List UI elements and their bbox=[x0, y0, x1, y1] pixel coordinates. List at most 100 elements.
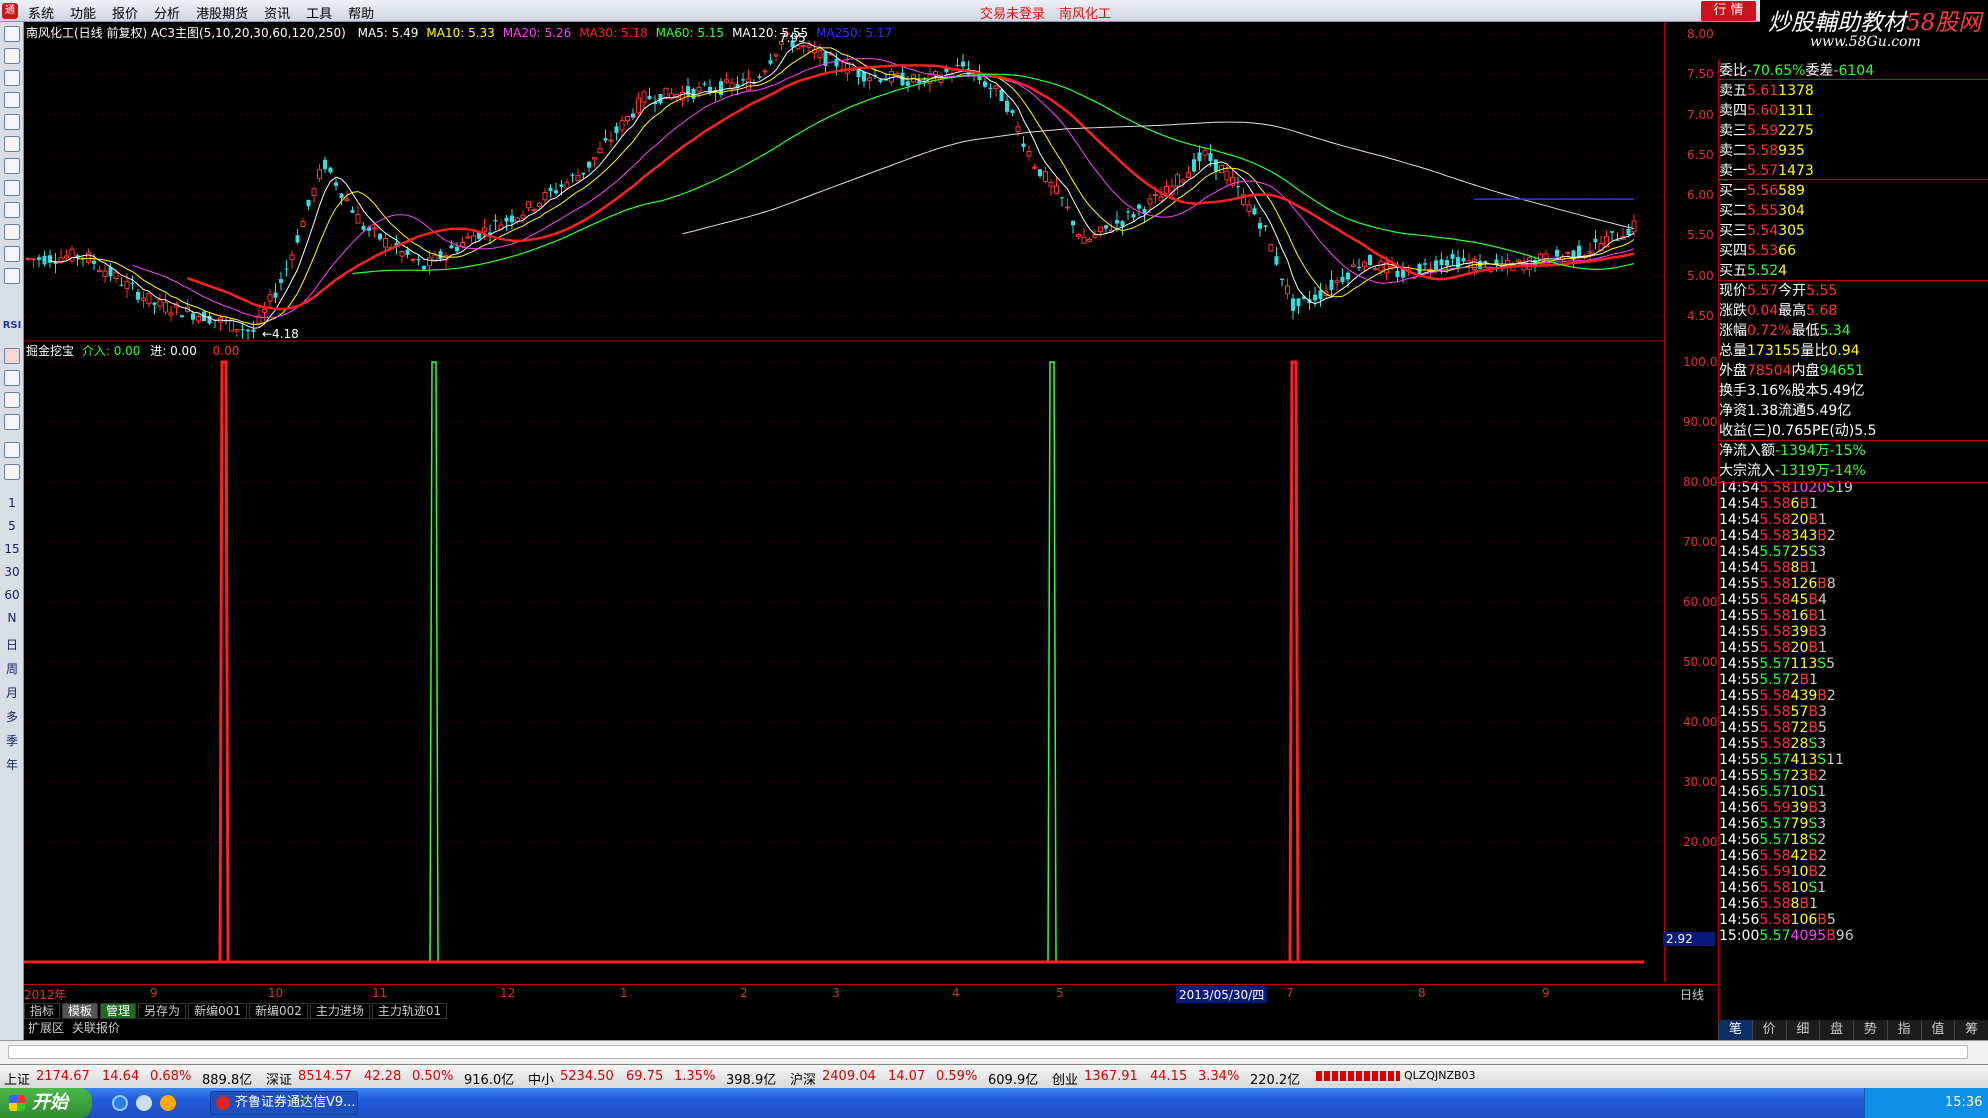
media-icon[interactable] bbox=[160, 1095, 176, 1111]
windows-flag-icon bbox=[9, 1095, 25, 1111]
zoom-icon[interactable] bbox=[4, 246, 20, 262]
period-month[interactable]: 月 bbox=[0, 684, 24, 701]
taskbar-app-item[interactable]: 齐鲁证券通达信V9.... bbox=[210, 1091, 358, 1115]
candle-body bbox=[806, 44, 812, 49]
tab-save-as[interactable]: 另存为 bbox=[138, 1003, 187, 1019]
period-5min[interactable]: 5 bbox=[0, 519, 24, 533]
index-value: 1367.91 bbox=[1084, 1069, 1138, 1084]
candle-body bbox=[1021, 143, 1026, 147]
indicator-chart[interactable] bbox=[24, 340, 1664, 984]
quote-tab-0[interactable]: 笔 bbox=[1718, 1020, 1752, 1040]
period-quarter[interactable]: 季 bbox=[0, 732, 24, 749]
line-chart-icon[interactable] bbox=[4, 70, 20, 86]
calc-icon[interactable] bbox=[4, 180, 20, 196]
quote-tab-4[interactable]: 势 bbox=[1853, 1020, 1887, 1040]
grid-tool-icon[interactable] bbox=[4, 48, 20, 64]
level-label: 买四 bbox=[1719, 243, 1747, 259]
login-status[interactable]: 交易未登录 bbox=[980, 3, 1045, 22]
tick-volume: 28 bbox=[1790, 736, 1809, 752]
tick-count: 3 bbox=[1817, 736, 1827, 752]
menu-item-help[interactable]: 帮助 bbox=[348, 3, 374, 22]
period-day[interactable]: 日 bbox=[0, 636, 24, 653]
tick-row: 14:545.586B1 bbox=[1719, 496, 1988, 512]
quote-tab-2[interactable]: 细 bbox=[1785, 1020, 1820, 1040]
candle-body bbox=[1378, 260, 1384, 272]
rsi-button[interactable]: RSI bbox=[0, 320, 24, 331]
horizontal-scrollbar[interactable] bbox=[0, 1040, 1988, 1064]
tick-count: 2 bbox=[1817, 768, 1827, 784]
quote-tab-5[interactable]: 指 bbox=[1886, 1020, 1921, 1040]
start-button[interactable]: 开始 bbox=[0, 1088, 92, 1118]
menu-item-system[interactable]: 系统 bbox=[28, 3, 54, 22]
candle-body bbox=[955, 64, 960, 66]
quote-tab-3[interactable]: 盘 bbox=[1819, 1020, 1853, 1040]
candle-body bbox=[983, 81, 987, 87]
dollar-icon[interactable] bbox=[4, 348, 20, 364]
candle-body bbox=[378, 233, 382, 240]
quote-tab-1[interactable]: 价 bbox=[1751, 1020, 1786, 1040]
period-week[interactable]: 周 bbox=[0, 660, 24, 677]
tick-row: 14:555.5857B3 bbox=[1719, 704, 1988, 720]
period-n[interactable]: N bbox=[0, 611, 24, 625]
period-year[interactable]: 年 bbox=[0, 756, 24, 773]
menu-item-hk-futures[interactable]: 港股期货 bbox=[196, 3, 248, 22]
index-value: 2409.04 bbox=[822, 1069, 876, 1084]
stat-value: 0.765 bbox=[1771, 423, 1813, 439]
plus-icon[interactable] bbox=[4, 392, 20, 408]
candle-body bbox=[1236, 186, 1240, 188]
candle-body bbox=[817, 50, 823, 59]
menu-item-function[interactable]: 功能 bbox=[70, 3, 96, 22]
ext-area-tab[interactable]: 扩展区 bbox=[28, 1019, 64, 1039]
period-60min[interactable]: 60 bbox=[0, 588, 24, 602]
table-icon[interactable] bbox=[4, 114, 20, 130]
indicator-icon[interactable] bbox=[4, 268, 20, 284]
candle-body bbox=[1318, 290, 1323, 300]
image-icon[interactable] bbox=[4, 464, 20, 480]
formula-icon[interactable] bbox=[4, 202, 20, 218]
ie-icon[interactable] bbox=[112, 1095, 128, 1111]
menu-item-analysis[interactable]: 分析 bbox=[154, 3, 180, 22]
notes-icon[interactable] bbox=[4, 158, 20, 174]
kline-icon[interactable] bbox=[4, 92, 20, 108]
tick-side: B bbox=[1799, 896, 1810, 912]
quote-button[interactable]: 行 情 bbox=[1701, 1, 1756, 21]
tick-time: 14:56 bbox=[1719, 784, 1760, 800]
related-quote-tab[interactable]: 关联报价 bbox=[72, 1019, 120, 1039]
cursor-tool-icon[interactable] bbox=[4, 26, 20, 42]
desktop-icon[interactable] bbox=[136, 1095, 152, 1111]
fs-icon[interactable] bbox=[4, 442, 20, 458]
menu-item-tools[interactable]: 工具 bbox=[306, 3, 332, 22]
stat-value: 78504 bbox=[1747, 363, 1792, 379]
quote-tab-6[interactable]: 值 bbox=[1920, 1020, 1955, 1040]
f10-icon[interactable] bbox=[4, 136, 20, 152]
sep bbox=[1719, 440, 1988, 442]
period-30min[interactable]: 30 bbox=[0, 565, 24, 579]
tab-new002[interactable]: 新编002 bbox=[248, 1003, 308, 1019]
tab-template[interactable]: 模板 bbox=[62, 1003, 99, 1019]
move-icon[interactable] bbox=[4, 370, 20, 386]
tab-manage[interactable]: 管理 bbox=[100, 1003, 137, 1019]
period-1min[interactable]: 1 bbox=[0, 496, 24, 510]
tab-main-entry[interactable]: 主力进场 bbox=[309, 1003, 370, 1019]
candlestick-chart[interactable]: 7.95←4.18 bbox=[24, 22, 1664, 342]
menu-item-quote[interactable]: 报价 bbox=[112, 3, 138, 22]
pencil-icon[interactable] bbox=[4, 414, 20, 430]
period-multi[interactable]: 多 bbox=[0, 708, 24, 725]
candle-body bbox=[531, 209, 537, 212]
tick-volume: 72 bbox=[1790, 720, 1809, 736]
tab-main-track[interactable]: 主力轨迹01 bbox=[371, 1003, 448, 1019]
wave-icon[interactable] bbox=[4, 224, 20, 240]
period-15min[interactable]: 15 bbox=[0, 542, 24, 556]
candle-body bbox=[42, 255, 47, 265]
tab-new001[interactable]: 新编001 bbox=[188, 1003, 247, 1019]
menu-item-news[interactable]: 资讯 bbox=[264, 3, 290, 22]
tick-time: 14:55 bbox=[1719, 704, 1760, 720]
scroll-track[interactable] bbox=[8, 1045, 1968, 1059]
candle-body bbox=[92, 260, 96, 264]
candle-body bbox=[1015, 126, 1021, 133]
candle-body bbox=[449, 245, 454, 249]
tab-indicator[interactable]: 指标 bbox=[24, 1003, 61, 1019]
candle-body bbox=[1147, 198, 1153, 205]
quote-tab-7[interactable]: 筹 bbox=[1954, 1020, 1988, 1040]
tick-row: 14:565.5810S1 bbox=[1719, 880, 1988, 896]
